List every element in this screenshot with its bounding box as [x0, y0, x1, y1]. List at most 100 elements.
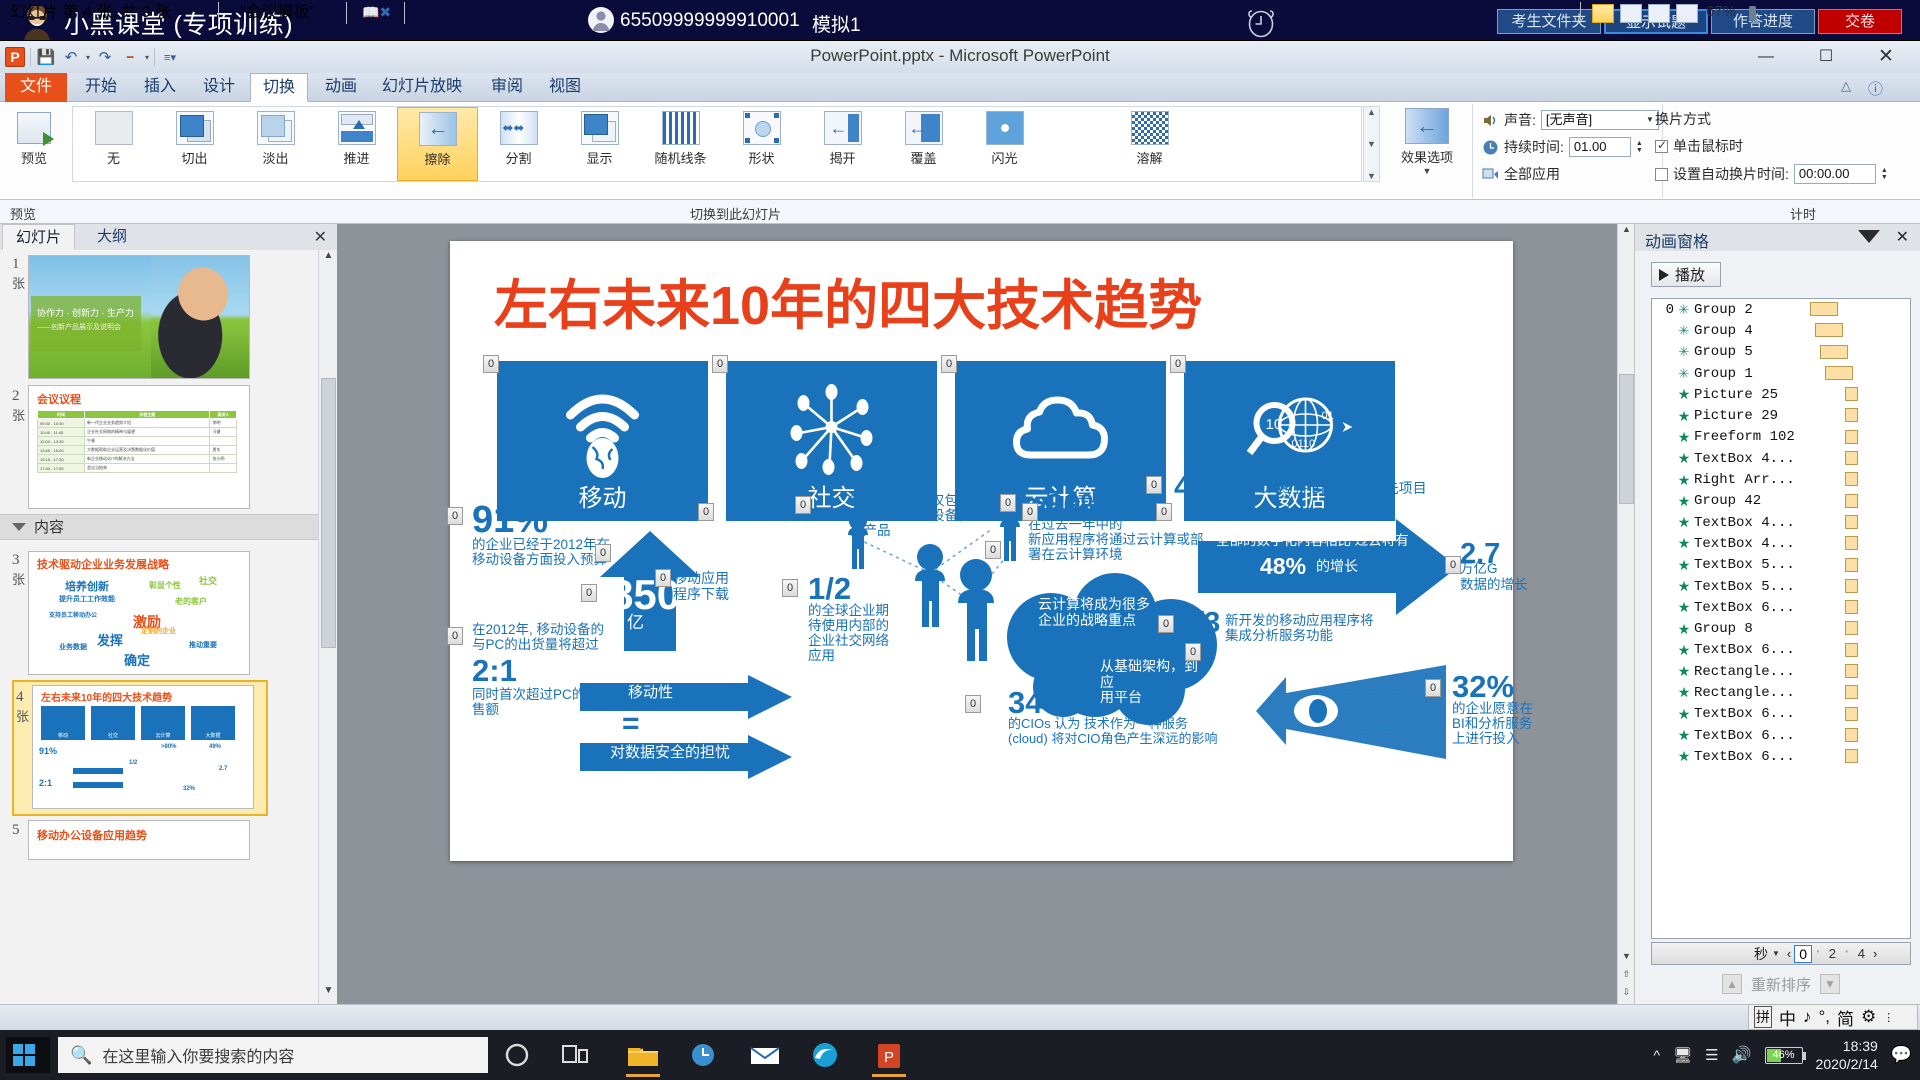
animation-timing-bar[interactable]	[1825, 365, 1853, 380]
animation-list-item[interactable]: ★ TextBox 6...	[1652, 597, 1910, 618]
chevron-down-icon[interactable]: ▼	[1646, 111, 1654, 129]
gallery-scroll-up-icon[interactable]: ▲	[1367, 107, 1376, 117]
anim-tag[interactable]: 0	[581, 584, 597, 602]
anim-tag[interactable]: 0	[447, 627, 463, 645]
animation-list-item[interactable]: ★ TextBox 6...	[1652, 746, 1910, 767]
mail-icon[interactable]	[746, 1038, 784, 1072]
anim-tag[interactable]: 0	[795, 496, 811, 514]
anim-tag[interactable]: 0	[655, 569, 671, 587]
anim-tag[interactable]: 0	[1156, 503, 1172, 521]
slide-editing-area[interactable]: 左右未来10年的四大技术趋势 0 移动 0 社交 0 云计算 0 10 0110…	[337, 224, 1634, 1080]
transition-uncover[interactable]: ← 揭开	[802, 107, 883, 181]
transition-reveal[interactable]: 显示	[559, 107, 640, 181]
anim-tag[interactable]: 0	[1158, 615, 1174, 633]
transition-dissolve[interactable]: 溶解	[1109, 107, 1190, 181]
move-up-icon[interactable]: ▲	[1721, 974, 1742, 994]
ime-settings-icon[interactable]: ⚙	[1861, 1007, 1876, 1027]
list-item[interactable]: 3张 技术驱动企业业务发展战略 培养创新 激励 发挥 确定 彰显个性 老的客户 …	[0, 540, 318, 680]
volume-icon[interactable]: 🔊	[1732, 1045, 1752, 1065]
next-slide-icon[interactable]: ⇩	[1618, 987, 1635, 1004]
tab-outline[interactable]: 大纲	[84, 224, 140, 250]
animation-list-item[interactable]: ★ TextBox 5...	[1652, 555, 1910, 576]
timeline-zero-tick[interactable]: 0	[1794, 944, 1813, 963]
anim-tag[interactable]: 0	[965, 695, 981, 713]
chevron-down-icon[interactable]: ▼	[1388, 166, 1466, 176]
gallery-more-icon[interactable]: ▼	[1367, 171, 1376, 181]
animation-timing-bar[interactable]	[1845, 749, 1858, 764]
transition-push[interactable]: 推进	[316, 107, 397, 181]
zoom-level[interactable]: 67%	[1706, 3, 1736, 20]
anim-tag[interactable]: 0	[595, 544, 611, 562]
animation-list-item[interactable]: ★ Freeform 102	[1652, 427, 1910, 448]
animation-timing-bar[interactable]	[1845, 451, 1858, 466]
after-time-input[interactable]: 00:00.00	[1793, 164, 1876, 184]
animation-timing-bar[interactable]	[1845, 429, 1858, 444]
canvas-vertical-scrollbar[interactable]: ▲ ▼ ⇧ ⇩	[1617, 224, 1634, 1004]
sound-select[interactable]: [无声音] ▼	[1540, 110, 1659, 130]
tab-design[interactable]: 设计	[194, 73, 244, 102]
submit-exam-button[interactable]: 交卷	[1818, 9, 1902, 34]
animation-list-item[interactable]: ★ TextBox 5...	[1652, 576, 1910, 597]
animation-list-item[interactable]: ★ TextBox 6...	[1652, 640, 1910, 661]
wifi-icon[interactable]: ☰	[1705, 1046, 1718, 1064]
zoom-knob[interactable]	[1749, 6, 1756, 21]
tab-slides[interactable]: 幻灯片	[2, 224, 76, 250]
animation-list-item[interactable]: ✳ Group 1	[1652, 363, 1910, 384]
transition-random-bars[interactable]: 随机线条	[640, 107, 721, 181]
slide-sorter-icon[interactable]	[1620, 4, 1642, 23]
transition-fade[interactable]: 淡出	[235, 107, 316, 181]
animation-timing-bar[interactable]	[1845, 600, 1858, 615]
anim-tag[interactable]: 0	[941, 355, 957, 373]
taskbar-clock[interactable]: 18:39 2020/2/14	[1816, 1037, 1878, 1073]
play-animation-button[interactable]: 播放	[1651, 262, 1721, 287]
animation-list-item[interactable]: ★ TextBox 4...	[1652, 448, 1910, 469]
tab-review[interactable]: 审阅	[482, 73, 532, 102]
scroll-up-icon[interactable]: ▲	[319, 250, 338, 269]
minimize-ribbon-icon[interactable]: △	[1841, 78, 1851, 94]
animation-timing-bar[interactable]	[1845, 706, 1858, 721]
animation-list-item[interactable]: ★ Group 42	[1652, 491, 1910, 512]
animation-timing-bar[interactable]	[1810, 302, 1838, 316]
animation-timing-bar[interactable]	[1845, 472, 1858, 487]
clock-app-icon[interactable]	[684, 1038, 722, 1072]
move-down-icon[interactable]: ▼	[1820, 974, 1840, 994]
scroll-down-icon[interactable]: ▼	[1618, 951, 1635, 968]
transition-shape[interactable]: 形状	[721, 107, 802, 181]
spellcheck-icon[interactable]: 📖✖	[362, 3, 391, 23]
ime-menu-icon[interactable]: ⋮	[1883, 1011, 1894, 1024]
on-mouse-click-checkbox[interactable]	[1655, 138, 1668, 153]
reading-view-icon[interactable]	[1648, 4, 1670, 23]
ime-tray[interactable]: 拼 中 ♪ °, 简 ⚙ ⋮	[1748, 1004, 1918, 1030]
scroll-up-icon[interactable]: ▲	[1618, 224, 1635, 241]
animation-list-item[interactable]: ★ Rectangle...	[1652, 661, 1910, 682]
tab-animations[interactable]: 动画	[316, 73, 366, 102]
slide-thumbnail-2[interactable]: 会议议程 时间 议程主题 演讲人 09:30 - 10:30 新一代企业业务趋势介绍李…	[28, 385, 250, 509]
transition-split[interactable]: ⬌⬌ 分割	[478, 107, 559, 181]
slide-thumbnail-1[interactable]: 协作力 · 创新力 · 生产力 ——创新产品展示及说明会	[28, 255, 250, 379]
animation-timing-bar[interactable]	[1845, 387, 1858, 402]
anim-tag[interactable]: 0	[1000, 494, 1016, 512]
animation-timing-bar[interactable]	[1845, 557, 1858, 572]
anim-tag[interactable]: 0	[782, 579, 798, 597]
animation-timing-bar[interactable]	[1820, 344, 1848, 359]
animation-timing-bar[interactable]	[1845, 408, 1858, 423]
anim-tag[interactable]: 0	[1170, 355, 1186, 373]
preview-button[interactable]: 预览	[6, 108, 62, 188]
close-icon[interactable]: ✕	[314, 227, 327, 247]
tab-file[interactable]: 文件	[5, 73, 67, 102]
chevron-down-icon[interactable]: ▼	[1772, 949, 1780, 958]
monitor-icon[interactable]: 🖥	[1673, 1046, 1692, 1064]
animation-list[interactable]: 0 ✳ Group 2 ✳ Group 4 ✳ Group 5 ✳ Group 1 ★ Pictur…	[1651, 298, 1911, 939]
timeline-next-icon[interactable]: ›	[1870, 946, 1880, 961]
chevron-down-icon[interactable]	[1858, 230, 1880, 243]
duration-stepper[interactable]: ▲ ▼	[1636, 140, 1643, 154]
task-view-icon[interactable]	[556, 1038, 594, 1072]
transition-wipe[interactable]: ← 擦除	[397, 107, 478, 181]
sound-icon[interactable]: ♪	[1803, 1007, 1812, 1027]
slide-thumbnail-3[interactable]: 技术驱动企业业务发展战略 培养创新 激励 发挥 确定 彰显个性 老的客户 社交 …	[28, 551, 250, 675]
animation-list-item[interactable]: ★ Picture 25	[1652, 384, 1910, 405]
animation-list-item[interactable]: 0 ✳ Group 2	[1652, 299, 1910, 320]
duration-input[interactable]: 01.00	[1568, 137, 1631, 157]
slide-title[interactable]: 左右未来10年的四大技术趋势	[494, 261, 1374, 340]
list-item[interactable]: 5 移动办公设备应用趋势	[0, 816, 318, 860]
